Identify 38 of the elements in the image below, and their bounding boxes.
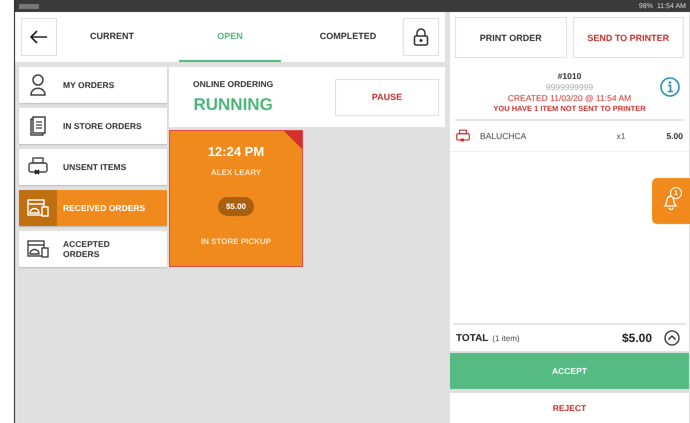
item-count: (1 item) [492,334,521,342]
print-order-button[interactable]: PRINT ORDER [455,17,566,58]
sidebar-item[interactable]: MY ORDERS [19,67,167,103]
chevron-up-icon[interactable] [664,330,680,346]
item-name: BALUCHCA [480,131,528,141]
order-time: 12:24 PM [208,144,264,159]
ordering-status: RUNNING [193,95,273,115]
info-icon[interactable] [660,77,680,97]
back-button[interactable] [21,18,57,56]
reject-button[interactable]: REJECT [450,393,689,423]
tab[interactable]: CURRENT [61,12,163,62]
phone-number: 9999999999 [546,82,594,92]
notification-icons [19,4,39,8]
sidebar-item[interactable]: ACCEPTED ORDERS [19,231,167,267]
order-type: IN STORE PICKUP [200,237,272,246]
send-to-printer-button[interactable]: SEND TO PRINTER [572,17,684,58]
tray-icon [27,240,49,258]
tray-icon [27,199,49,217]
pause-button[interactable]: PAUSE [335,78,439,116]
back-arrow-icon [30,30,48,44]
printer-x-icon [28,157,48,177]
item-quantity: x1 [616,131,626,141]
sidebar-item[interactable]: UNSENT ITEMS [19,149,167,185]
lock-icon [413,28,429,46]
total-amount: $5.00 [622,331,652,345]
created-date: CREATED 11/03/20 @ 11:54 AM [508,93,632,103]
tab[interactable]: COMPLETED [297,12,399,62]
customer-name: ALEX LEARY [210,168,262,177]
sidebar-item[interactable]: IN STORE ORDERS [19,108,167,144]
lock-button[interactable] [403,18,439,56]
item-price: 5.00 [666,131,683,141]
online-ordering-label: ONLINE ORDERING [193,79,274,89]
order-card[interactable]: 12:24 PM ALEX LEARY $5.00 IN STORE PICKUP [169,130,303,267]
order-number: #1010 [558,71,582,81]
order-total-badge: $5.00 [218,197,254,216]
total-label: TOTAL [456,332,488,344]
document-icon [30,116,46,136]
person-icon [29,74,47,96]
